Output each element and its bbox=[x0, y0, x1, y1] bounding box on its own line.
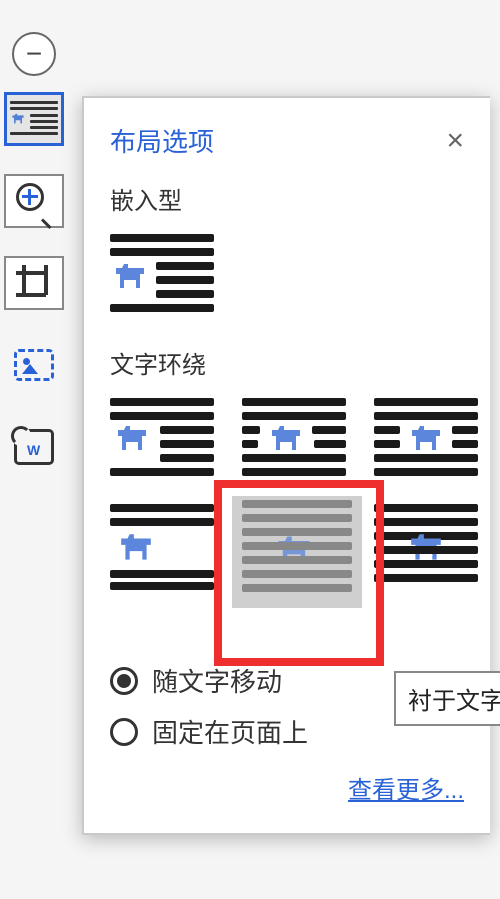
wrap-in-front[interactable] bbox=[374, 504, 478, 588]
radio-icon bbox=[110, 718, 138, 746]
layout-options-icon bbox=[10, 101, 58, 137]
reset-picture-icon: W bbox=[14, 429, 54, 465]
radio-icon bbox=[110, 667, 138, 695]
radio-fixed-label: 固定在页面上 bbox=[152, 713, 308, 750]
magnify-plus-icon bbox=[16, 183, 52, 219]
layout-options-panel: 布局选项 × 嵌入型 文字环绕 bbox=[82, 96, 490, 835]
see-more-link[interactable]: 查看更多... bbox=[348, 777, 464, 804]
wrap-inline[interactable] bbox=[110, 234, 214, 318]
panel-title: 布局选项 bbox=[110, 122, 214, 159]
section-wrap-label: 文字环绕 bbox=[110, 345, 464, 380]
collapse-label: − bbox=[26, 38, 42, 70]
crop-icon bbox=[16, 265, 52, 301]
layout-options-button[interactable] bbox=[4, 92, 64, 146]
wrap-tight[interactable] bbox=[242, 398, 346, 482]
radio-move-label: 随文字移动 bbox=[152, 662, 282, 699]
side-toolbar: W bbox=[0, 92, 68, 474]
crop-button[interactable] bbox=[4, 256, 64, 310]
image-dashed-icon bbox=[14, 349, 54, 381]
tooltip: 衬于文字下 bbox=[394, 671, 500, 726]
collapse-button[interactable]: − bbox=[12, 32, 56, 76]
wrap-through[interactable] bbox=[374, 398, 478, 482]
section-inline-label: 嵌入型 bbox=[110, 181, 464, 216]
image-placeholder-button[interactable] bbox=[4, 338, 64, 392]
reset-picture-button[interactable]: W bbox=[4, 420, 64, 474]
wrap-top-bottom[interactable] bbox=[110, 504, 214, 588]
close-icon[interactable]: × bbox=[446, 126, 464, 156]
wrap-square[interactable] bbox=[110, 398, 214, 482]
zoom-button[interactable] bbox=[4, 174, 64, 228]
wrap-behind-text[interactable] bbox=[232, 496, 362, 608]
